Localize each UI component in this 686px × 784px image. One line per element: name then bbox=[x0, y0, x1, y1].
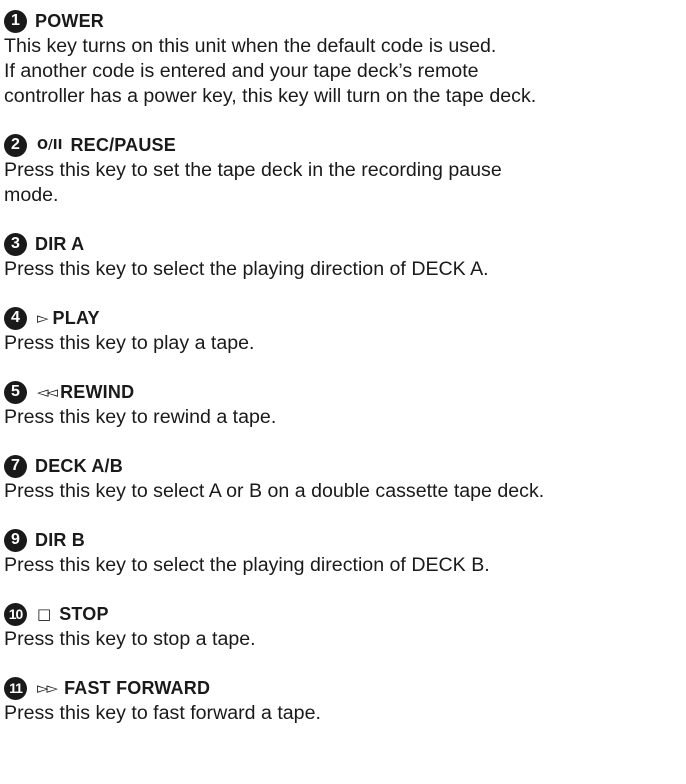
entry-heading: 11 ▻▻ FAST FORWARD bbox=[4, 675, 684, 701]
number-badge: 9 bbox=[4, 528, 27, 552]
key-name: DECK A/B bbox=[35, 455, 123, 476]
entry-heading: 4 ▻ PLAY bbox=[4, 305, 684, 331]
entry-rec-pause: 2 O/II REC/PAUSE Press this key to set t… bbox=[4, 132, 684, 208]
key-description: Press this key to fast forward a tape. bbox=[4, 702, 321, 724]
entry-heading: 2 O/II REC/PAUSE bbox=[4, 132, 684, 158]
entry-heading: 7 DECK A/B bbox=[4, 453, 684, 479]
remote-key-reference: 1 POWER This key turns on this unit when… bbox=[4, 8, 684, 726]
entry-deck-ab: 7 DECK A/B Press this key to select A or… bbox=[4, 453, 684, 504]
number-badge: 7 bbox=[4, 454, 27, 478]
entry-heading: 9 DIR B bbox=[4, 527, 684, 553]
key-description: Press this key to select the playing dir… bbox=[4, 554, 490, 576]
key-name: PLAY bbox=[52, 307, 100, 328]
entry-heading: 5 ◅◅ REWIND bbox=[4, 379, 684, 405]
key-name: REC/PAUSE bbox=[70, 134, 176, 155]
key-name: DIR A bbox=[35, 233, 85, 254]
play-icon: ▻ bbox=[37, 308, 49, 327]
number-badge: 10 bbox=[4, 602, 27, 626]
number-badge: 3 bbox=[4, 232, 27, 256]
entry-dir-b: 9 DIR B Press this key to select the pla… bbox=[4, 527, 684, 578]
entry-rewind: 5 ◅◅ REWIND Press this key to rewind a t… bbox=[4, 379, 684, 430]
key-description: Press this key to rewind a tape. bbox=[4, 406, 277, 428]
key-name: DIR B bbox=[35, 529, 85, 550]
key-name: STOP bbox=[59, 603, 109, 624]
entry-stop: 10 □ STOP Press this key to stop a tape. bbox=[4, 601, 684, 652]
entry-power: 1 POWER This key turns on this unit when… bbox=[4, 8, 684, 109]
key-name: FAST FORWARD bbox=[64, 677, 211, 698]
number-badge: 11 bbox=[4, 676, 27, 700]
stop-icon: □ bbox=[37, 604, 52, 623]
key-description: Press this key to play a tape. bbox=[4, 332, 255, 354]
fast-forward-icon: ▻▻ bbox=[37, 678, 58, 697]
rewind-icon: ◅◅ bbox=[37, 382, 58, 401]
key-description: Press this key to set the tape deck in t… bbox=[4, 159, 502, 206]
number-badge: 4 bbox=[4, 306, 27, 330]
entry-fast-forward: 11 ▻▻ FAST FORWARD Press this key to fas… bbox=[4, 675, 684, 726]
key-name: REWIND bbox=[60, 381, 135, 402]
number-badge: 2 bbox=[4, 133, 27, 157]
entry-heading: 3 DIR A bbox=[4, 231, 684, 257]
number-badge: 5 bbox=[4, 380, 27, 404]
entry-play: 4 ▻ PLAY Press this key to play a tape. bbox=[4, 305, 684, 356]
key-description: Press this key to select the playing dir… bbox=[4, 258, 489, 280]
key-description: This key turns on this unit when the def… bbox=[4, 35, 537, 107]
entry-heading: 1 POWER bbox=[4, 8, 684, 34]
key-name: POWER bbox=[35, 10, 105, 31]
entry-heading: 10 □ STOP bbox=[4, 601, 684, 627]
key-description: Press this key to select A or B on a dou… bbox=[4, 480, 545, 502]
entry-dir-a: 3 DIR A Press this key to select the pla… bbox=[4, 231, 684, 282]
key-description: Press this key to stop a tape. bbox=[4, 628, 256, 650]
record-pause-icon: O/II bbox=[37, 137, 63, 153]
number-badge: 1 bbox=[4, 9, 27, 33]
